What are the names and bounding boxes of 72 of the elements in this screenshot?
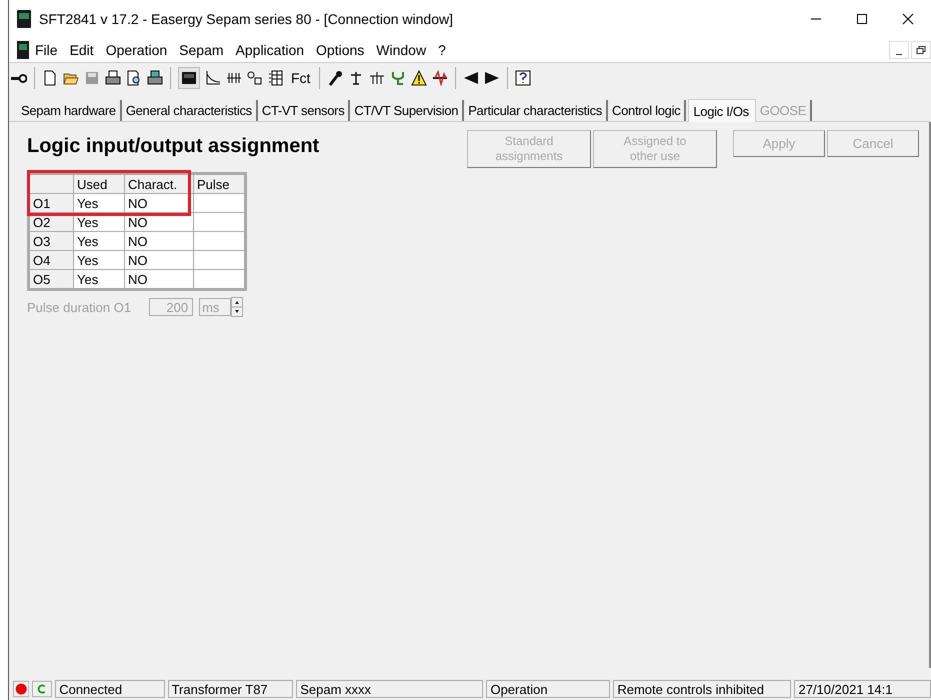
document-icon[interactable] — [17, 41, 29, 59]
refresh-icon — [32, 680, 52, 698]
contacts-icon[interactable] — [226, 70, 242, 86]
table-cell: NO — [124, 270, 194, 288]
app-icon — [17, 10, 31, 28]
table-icon[interactable] — [268, 70, 284, 86]
warning-icon[interactable] — [411, 70, 428, 86]
wrench-icon[interactable] — [327, 70, 344, 86]
table-cell: NO — [124, 250, 194, 270]
network-icon[interactable] — [369, 70, 386, 86]
tab[interactable]: Control logic — [610, 100, 686, 121]
curve-icon[interactable] — [205, 70, 221, 86]
column-header: Used — [74, 174, 124, 194]
new-file-icon[interactable] — [42, 70, 58, 86]
menu-item[interactable]: Sepam — [173, 42, 230, 58]
table-cell — [194, 270, 244, 288]
column-header: Pulse — [194, 174, 244, 194]
column-header: Charact. — [124, 174, 194, 194]
tab[interactable]: Sepam hardware — [19, 100, 122, 121]
status-field: Transformer T87 — [168, 680, 294, 698]
field-label: Pulse duration O1 — [27, 300, 132, 314]
stop-icon — [13, 680, 30, 698]
tab[interactable]: General characteristics — [124, 100, 258, 121]
table-cell: NO — [124, 194, 194, 212]
table-cell: NO — [124, 212, 194, 232]
table-cell: Yes — [74, 232, 124, 250]
row-header: O1 — [30, 194, 74, 212]
status-field: Sepam xxxx — [296, 680, 484, 698]
print-preview-icon[interactable] — [126, 70, 142, 86]
menu-item[interactable]: ? — [432, 42, 452, 58]
menu-item[interactable]: Options — [310, 42, 370, 58]
row-header: O5 — [30, 270, 74, 288]
menu-item[interactable]: Application — [230, 42, 310, 58]
status-field: Operation — [486, 680, 610, 698]
menu-item[interactable]: Window — [370, 42, 432, 58]
menu-item[interactable]: Edit — [64, 42, 100, 58]
menu-item[interactable]: Operation — [100, 42, 174, 58]
row-header: O3 — [30, 232, 74, 250]
function-button[interactable]: Fct — [289, 70, 312, 86]
table-cell: Yes — [74, 250, 124, 270]
tab[interactable]: Logic I/Os — [688, 99, 756, 122]
table-cell — [194, 232, 244, 250]
table-cell — [194, 212, 244, 232]
previous-icon[interactable] — [463, 70, 480, 86]
spinner-icon[interactable] — [231, 297, 244, 317]
tab[interactable]: CT/VT Supervision — [352, 100, 464, 121]
status-field: Connected — [55, 680, 165, 698]
section-heading: Logic input/output assignment — [27, 135, 320, 158]
table-cell — [194, 194, 244, 212]
logic-icon[interactable] — [247, 70, 263, 86]
restore-icon — [916, 45, 926, 55]
maximize-icon[interactable] — [856, 13, 868, 25]
status-field: Remote controls inhibited — [613, 680, 792, 698]
close-icon[interactable] — [902, 13, 914, 25]
row-header: O4 — [30, 250, 74, 270]
table-cell: Yes — [74, 270, 124, 288]
table-cell: Yes — [74, 194, 124, 212]
table-cell — [194, 250, 244, 270]
print-icon[interactable] — [105, 70, 121, 86]
help-icon[interactable] — [515, 70, 532, 86]
status-field: 27/10/2021 14:1 — [794, 680, 931, 698]
waveform-icon[interactable] — [432, 70, 448, 86]
print-setup-icon[interactable] — [147, 70, 163, 86]
restore-button[interactable] — [911, 41, 931, 59]
menu-item[interactable]: File — [29, 42, 64, 58]
tab[interactable]: CT-VT sensors — [260, 100, 350, 121]
table-cell: NO — [124, 232, 194, 250]
next-icon[interactable] — [484, 70, 500, 86]
device-icon[interactable] — [181, 70, 197, 86]
tab[interactable]: Particular characteristics — [466, 100, 608, 121]
corner-cell — [30, 174, 74, 194]
window-title: SFT2841 v 17.2 - Easergy Sepam series 80 - [Connection window] — [39, 11, 454, 27]
